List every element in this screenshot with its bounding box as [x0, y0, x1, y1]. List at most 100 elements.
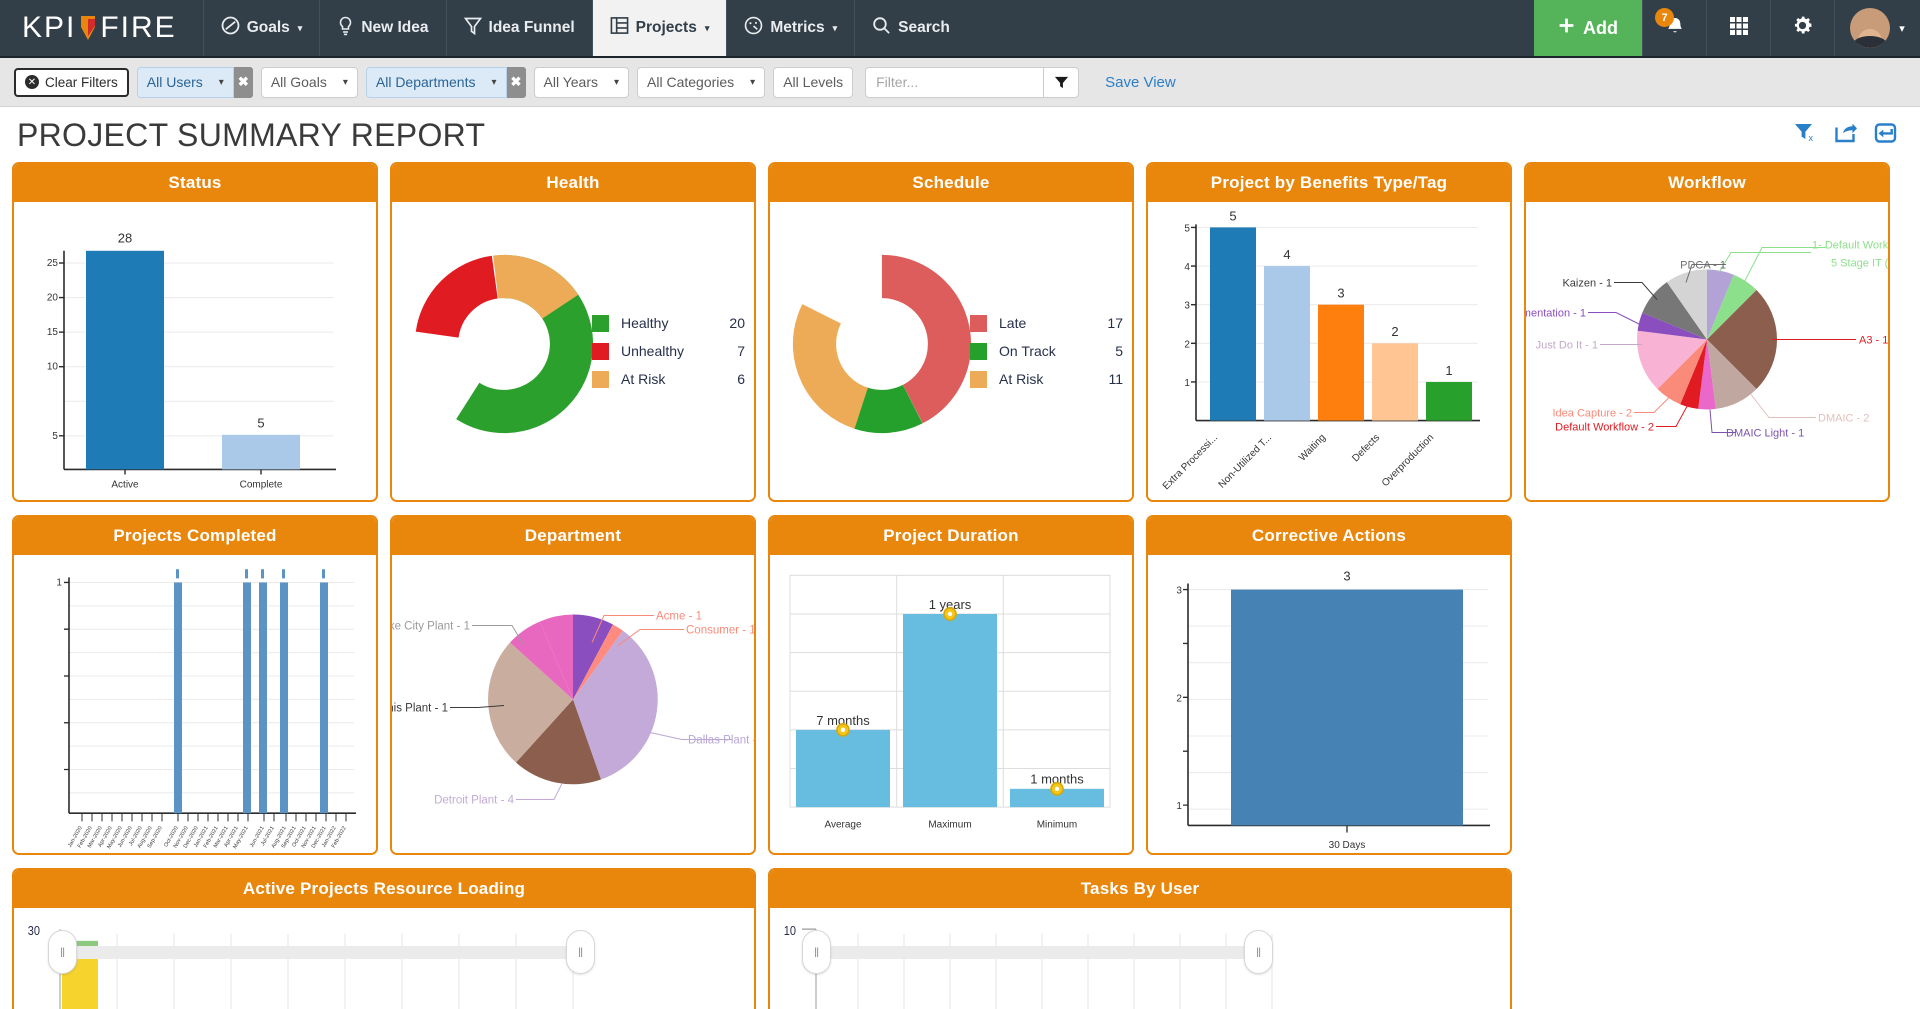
chart-tasks-by-user[interactable]: 10 ‖ ‖	[770, 908, 1510, 1009]
chevron-down-icon: ▾	[491, 76, 497, 88]
card-status: Status 25 20 15 10 5 28 5 Active Complet…	[12, 162, 378, 502]
apply-filter-button[interactable]	[1043, 66, 1080, 98]
svg-text:5: 5	[257, 416, 264, 431]
svg-text:Waiting: Waiting	[1297, 432, 1328, 464]
legend-schedule: Late 17 On Track 5 At Risk 11	[970, 309, 1123, 393]
logo-text-right: FIRE	[100, 11, 177, 44]
clear-filter-icon[interactable]: x	[1794, 122, 1818, 149]
nav-item-projects[interactable]: Projects ▾	[591, 0, 727, 56]
legend-label: At Risk	[621, 371, 666, 387]
close-icon: ✕	[25, 75, 39, 89]
filter-label: All Levels	[783, 74, 844, 90]
svg-text:Complete: Complete	[240, 480, 283, 491]
page-title: PROJECT SUMMARY REPORT	[17, 117, 486, 153]
clear-filters-button[interactable]: ✕ Clear Filters	[14, 67, 129, 97]
y-axis-max-label: 10	[784, 923, 797, 938]
filter-all-goals[interactable]: All Goals ▾	[260, 66, 358, 98]
chart-status[interactable]: 25 20 15 10 5 28 5 Active Complete	[14, 202, 376, 500]
card-title: Project by Benefits Type/Tag	[1148, 164, 1510, 202]
nav-item-idea-funnel[interactable]: Idea Funnel	[445, 0, 592, 56]
chart-benefits[interactable]: 54 321 54 321 Extra Processi... Non-Util…	[1148, 202, 1510, 500]
add-button[interactable]: Add	[1534, 0, 1642, 56]
notifications-button[interactable]: 7	[1642, 0, 1706, 56]
flame-icon	[78, 15, 98, 41]
filter-all-departments[interactable]: All Departments ▾ ✖	[365, 66, 526, 98]
chart-duration[interactable]: 7 months 1 years 1 months Average Maximu…	[770, 555, 1132, 853]
filter-label: All Years	[543, 74, 598, 90]
svg-text:4: 4	[1184, 262, 1190, 273]
chevron-down-icon: ▾	[704, 22, 710, 33]
svg-text:15: 15	[47, 327, 59, 338]
legend-item[interactable]: Healthy 20	[592, 309, 745, 337]
card-workflow: Workflow 1- Default Work 5 Stage IT (A3…	[1524, 162, 1890, 502]
range-slider-right-handle[interactable]: ‖	[566, 930, 595, 974]
filter-input[interactable]	[865, 66, 1044, 98]
projects-icon	[610, 16, 629, 40]
nav-item-metrics[interactable]: Metrics ▾	[726, 0, 854, 56]
pie-department: Acme - 1 Consumer - 1 Dallas Plant - 1 D…	[392, 611, 754, 807]
apps-grid-button[interactable]	[1706, 0, 1770, 56]
range-slider-track[interactable]	[808, 946, 1258, 959]
nav-item-label: Metrics	[770, 19, 825, 36]
range-slider-track[interactable]	[60, 946, 580, 959]
share-icon[interactable]	[1834, 122, 1858, 149]
legend-value: 7	[737, 343, 745, 359]
pie-label: Default Workflow - 2	[1555, 422, 1654, 434]
card-department: Department Acme - 1 Consumer - 1 Dallas …	[390, 515, 756, 855]
save-view-link[interactable]: Save View	[1105, 74, 1176, 91]
card-title: Active Projects Resource Loading	[14, 870, 754, 908]
chart-schedule[interactable]: Late 17 On Track 5 At Risk 11	[770, 202, 1132, 500]
card-duration: Project Duration 7 months 1 years 1 mont…	[768, 515, 1134, 855]
settings-button[interactable]	[1770, 0, 1834, 56]
svg-text:x: x	[1809, 133, 1814, 143]
legend-item[interactable]: Unhealthy 7	[592, 337, 745, 365]
lightbulb-icon	[337, 16, 354, 41]
chart-projects-completed[interactable]: 1 Jan-2020 Feb-2020 Mar-2020 Apr-2020 Ma…	[14, 555, 376, 853]
legend-value: 11	[1108, 371, 1123, 387]
pie-label: Detroit Plant - 4	[434, 795, 514, 807]
range-slider-left-handle[interactable]: ‖	[802, 930, 831, 974]
reset-icon[interactable]	[1874, 122, 1898, 149]
legend-label: Unhealthy	[621, 343, 685, 359]
filter-select[interactable]: All Users ▾	[136, 66, 234, 98]
legend-value: 6	[737, 371, 745, 387]
y-axis-max-label: 30	[28, 923, 41, 938]
filter-clear-x-button[interactable]: ✖	[233, 66, 253, 98]
filter-all-years[interactable]: All Years ▾	[533, 66, 630, 98]
nav-item-search[interactable]: Search	[854, 0, 967, 56]
legend-label: On Track	[999, 343, 1056, 359]
filter-all-users[interactable]: All Users ▾ ✖	[136, 66, 253, 98]
filter-all-categories[interactable]: All Categories ▾	[637, 66, 766, 98]
chart-corrective-actions[interactable]: 3 2 1 3 30 Days	[1148, 555, 1510, 853]
range-slider-right-handle[interactable]: ‖	[1244, 930, 1273, 974]
funnel-icon	[463, 16, 482, 41]
range-slider-left-handle[interactable]: ‖	[48, 930, 77, 974]
filter-all-levels[interactable]: All Levels	[773, 66, 854, 98]
chart-workflow[interactable]: 1- Default Workflow - 1 x 5 Stage IT (PM…	[1526, 202, 1888, 500]
pie-label: Idea Capture - 2	[1553, 408, 1633, 420]
chevron-down-icon: ▾	[613, 76, 620, 88]
svg-text:30 Days: 30 Days	[1329, 840, 1366, 851]
legend-item[interactable]: On Track 5	[970, 337, 1123, 365]
legend-item[interactable]: At Risk 11	[970, 365, 1123, 393]
nav-item-label: Idea Funnel	[488, 19, 575, 36]
nav-item-goals[interactable]: Goals ▾	[202, 0, 320, 56]
nav-item-new-idea[interactable]: New Idea	[319, 0, 445, 56]
filter-clear-x-button[interactable]: ✖	[506, 66, 526, 98]
svg-text:3: 3	[1176, 586, 1182, 597]
legend-item[interactable]: At Risk 6	[592, 365, 745, 393]
chart-health[interactable]: Healthy 20 Unhealthy 7 At Risk 6	[392, 202, 754, 500]
user-menu-button[interactable]: ▾	[1834, 0, 1920, 56]
chart-department[interactable]: Acme - 1 Consumer - 1 Dallas Plant - 1 D…	[392, 555, 754, 853]
filter-select[interactable]: All Departments ▾	[365, 66, 507, 98]
legend-item[interactable]: Late 17	[970, 309, 1123, 337]
pie-label: Consumer - 1	[686, 625, 754, 637]
card-title: Project Duration	[770, 517, 1132, 555]
app-logo[interactable]: KPI FIRE	[0, 0, 203, 56]
nav-item-label: Goals	[246, 19, 290, 36]
card-title: Projects Completed	[14, 517, 376, 555]
card-schedule: Schedule Late 17 On Track 5 At Risk 11	[768, 162, 1134, 502]
chart-resource-loading[interactable]: 30 ‖ ‖	[14, 908, 754, 1009]
gear-icon	[1791, 14, 1814, 42]
svg-text:1: 1	[56, 577, 62, 588]
